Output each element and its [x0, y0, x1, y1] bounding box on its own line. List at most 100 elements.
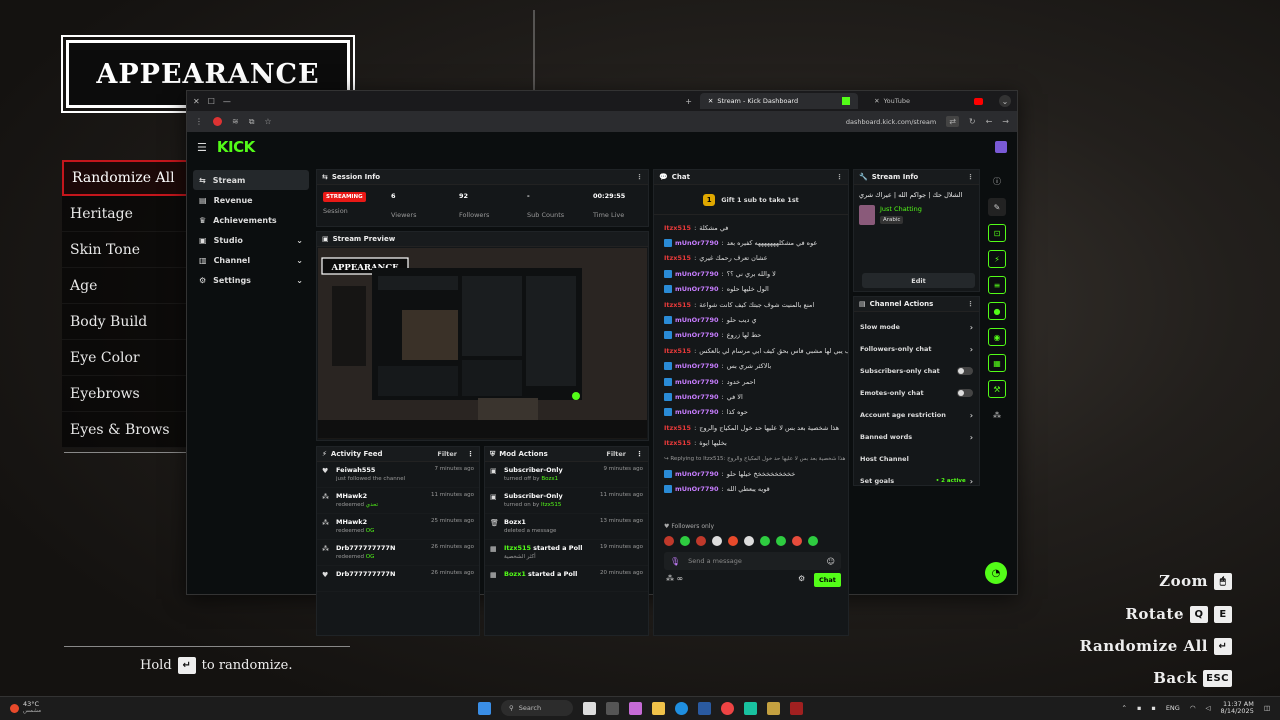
wifi-icon[interactable]: ◠ [1190, 704, 1196, 712]
weather-widget[interactable]: 43°C مشمس [10, 701, 41, 715]
group-icon[interactable]: ⁂ [988, 406, 1006, 424]
game-menu-item[interactable]: Randomize All [62, 160, 190, 196]
sidebar-item-stream[interactable]: ⇆ Stream [193, 170, 309, 190]
minimize-icon[interactable]: — [223, 97, 231, 106]
task-view-icon[interactable] [606, 701, 619, 715]
game-menu-item[interactable]: Eyebrows [62, 376, 190, 412]
chat-message[interactable]: mUnOr7790: ي ديب حلو [654, 312, 848, 327]
chat-message[interactable]: mUnOr7790: الا في [654, 389, 848, 404]
chat-username[interactable]: mUnOr7790 [675, 470, 719, 478]
channel-action[interactable]: Subscribers-only chat [854, 360, 979, 382]
gift-banner[interactable]: 1 Gift 1 sub to take 1st [654, 185, 848, 215]
kick-logo[interactable]: KICK [217, 138, 255, 156]
channel-action[interactable]: Host Channel [854, 448, 979, 470]
feed-row[interactable]: ⁂ MHawk2 redeemed OG 25 minutes ago [317, 514, 479, 540]
chat-message[interactable]: Itzx515: بخليها ايوة [654, 435, 848, 450]
site-info-icon[interactable]: ⇄ [946, 116, 959, 127]
tab-youtube[interactable]: ✕ YouTube [866, 93, 991, 109]
game-menu-item[interactable]: Eyes & Brows [62, 412, 190, 448]
start-icon[interactable] [478, 701, 491, 715]
toggle-switch[interactable] [957, 367, 973, 375]
store-icon[interactable] [698, 701, 711, 715]
sidebar-item-achievements[interactable]: ♛ Achievements [193, 210, 309, 230]
more-icon[interactable]: ⋮ [636, 173, 643, 181]
feed-row[interactable]: ▦ Bozx1 started a Poll 20 minutes ago [485, 566, 648, 592]
rockstar-icon[interactable] [767, 701, 780, 715]
chat-input[interactable]: 🎙 Send a message ☺ [664, 552, 841, 570]
chat-username[interactable]: mUnOr7790 [675, 378, 719, 386]
chat-username[interactable]: mUnOr7790 [675, 285, 719, 293]
sidebar-item-revenue[interactable]: ▤ Revenue [193, 190, 309, 210]
chat-username[interactable]: Itzx515 [664, 439, 691, 447]
feed-row[interactable]: 🗑 Bozx1 deleted a message 13 minutes ago [485, 514, 648, 540]
obs-icon[interactable] [744, 701, 757, 715]
chat-message[interactable]: mUnOr7790: احمر خدود [654, 374, 848, 389]
chat-username[interactable]: mUnOr7790 [675, 331, 719, 339]
edge-icon[interactable] [675, 701, 688, 715]
clock[interactable]: 11:37 AM 8/14/2025 [1221, 701, 1254, 715]
url-text[interactable]: dashboard.kick.com/stream [846, 118, 936, 126]
sidebar-item-studio[interactable]: ▣ Studio ⌄ [193, 230, 309, 250]
more-icon[interactable]: ⋮ [636, 450, 643, 458]
chat-tools-icon[interactable]: ⁂ ∞ [666, 574, 683, 583]
filter-button[interactable]: Filter [437, 450, 457, 458]
chat-username[interactable]: mUnOr7790 [675, 239, 719, 247]
close-icon[interactable]: ✕ [193, 97, 200, 106]
more-icon[interactable]: ⋮ [967, 300, 974, 308]
notification-icon[interactable]: ◫ [1264, 704, 1270, 712]
share-icon[interactable]: ⧉ [249, 117, 255, 127]
forward-icon[interactable]: → [1002, 117, 1009, 126]
chat-message[interactable]: mUnOr7790: الول خليها حلوه [654, 282, 848, 297]
chat-username[interactable]: mUnOr7790 [675, 485, 719, 493]
chat-username[interactable]: mUnOr7790 [675, 362, 719, 370]
copilot-icon[interactable] [629, 701, 642, 715]
emote-bar[interactable] [664, 536, 818, 546]
chat-username[interactable]: mUnOr7790 [675, 316, 719, 324]
bolt-icon[interactable]: ⚡ [988, 250, 1006, 268]
close-icon[interactable]: ✕ [708, 97, 713, 105]
toggle-switch[interactable] [957, 389, 973, 397]
list-icon[interactable]: ≡ [988, 276, 1006, 294]
channel-action[interactable]: Account age restriction › [854, 404, 979, 426]
chat-username[interactable]: mUnOr7790 [675, 408, 719, 416]
chat-username[interactable]: Itzx515 [664, 347, 691, 355]
chat-message[interactable]: mUnOr7790: حوه كذا [654, 405, 848, 420]
photos-icon[interactable] [583, 701, 596, 715]
sidebar-item-channel[interactable]: ▥ Channel ⌄ [193, 250, 309, 270]
emote-icon[interactable] [744, 536, 754, 546]
stream-preview[interactable]: APPEARANCE [318, 248, 647, 439]
feed-row[interactable]: ⁂ MHawk2 redeemed تحدي 11 minutes ago [317, 488, 479, 514]
chat-message[interactable]: mUnOr7790: بالاكثر شري بس [654, 359, 848, 374]
language-indicator[interactable]: ENG [1166, 704, 1180, 712]
chat-message[interactable]: mUnOr7790: لا والله بري ني ؟؟ [654, 266, 848, 281]
chat-username[interactable]: mUnOr7790 [675, 393, 719, 401]
emote-icon[interactable] [664, 536, 674, 546]
hamburger-icon[interactable]: ☰ [197, 141, 207, 154]
star-icon[interactable]: ☆ [264, 117, 271, 126]
chat-message[interactable]: Itzx515: امنع بالمنيت شوف جبتك كيف كانت ش… [654, 297, 848, 312]
chat-username[interactable]: Itzx515 [664, 301, 691, 309]
volume-icon[interactable]: ◁ [1206, 704, 1211, 712]
game-menu-item[interactable]: Skin Tone [62, 232, 190, 268]
menu-icon[interactable]: ⋮ [195, 117, 203, 126]
file-explorer-icon[interactable] [652, 701, 665, 715]
game-menu-item[interactable]: Body Build [62, 304, 190, 340]
reload-icon[interactable]: ↻ [969, 117, 976, 126]
close-icon[interactable]: ✕ [874, 97, 879, 105]
chat-message[interactable]: mUnOr7790: عوه في مشكلهههههههه كفيره بعد [654, 235, 848, 250]
more-icon[interactable]: ⋮ [967, 173, 974, 181]
feed-row[interactable]: ▣ Subscriber-Only turned on by Itzx515 11 m… [485, 488, 648, 514]
taskbar-search[interactable]: ⚲ Search [501, 700, 573, 716]
emote-icon[interactable] [696, 536, 706, 546]
channel-action[interactable]: Slow mode › [854, 316, 979, 338]
channel-action[interactable]: Set goals • 2 active › [854, 470, 979, 486]
back-icon[interactable]: ← [986, 117, 993, 126]
more-icon[interactable]: ⋮ [467, 450, 474, 458]
broadcast-icon[interactable]: ◉ [988, 328, 1006, 346]
emote-icon[interactable] [808, 536, 818, 546]
channel-action[interactable]: Emotes-only chat [854, 382, 979, 404]
help-button[interactable]: ◔ [985, 562, 1007, 584]
chat-username[interactable]: Itzx515 [664, 254, 691, 262]
chat-message[interactable]: mUnOr7790: خخخخخخخخخخ خيلها حلو [654, 466, 848, 481]
feed-row[interactable]: ♥ Feiwah555 just followed the channel 7 min… [317, 462, 479, 488]
